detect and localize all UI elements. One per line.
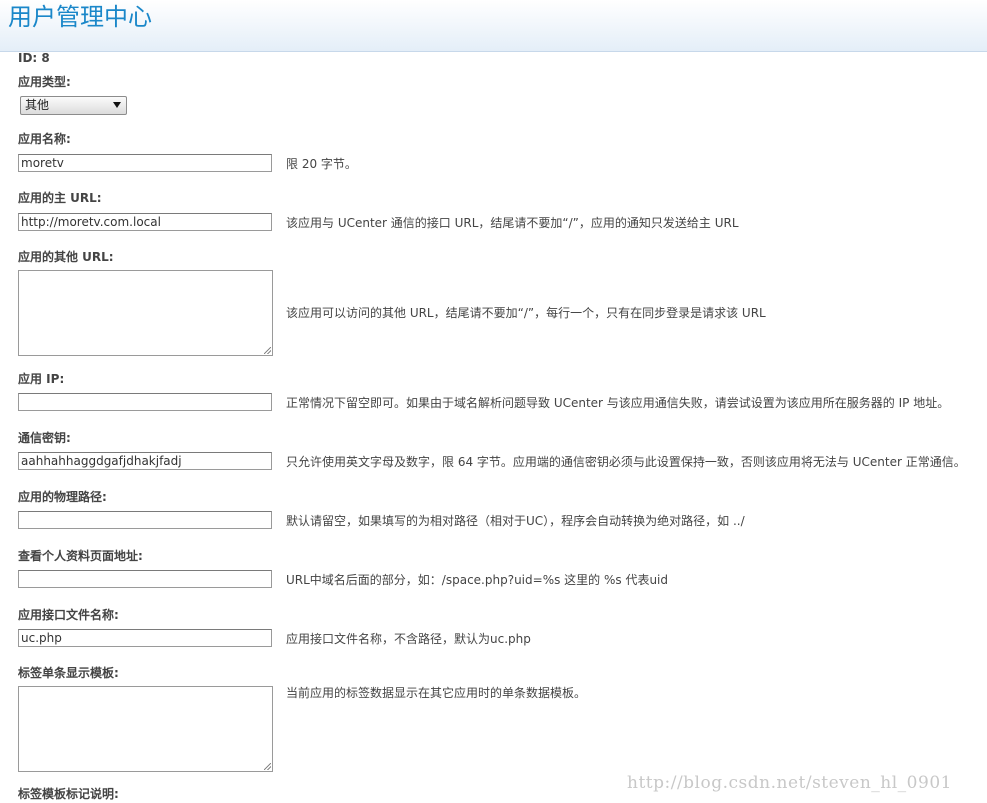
api-file-label: 应用接口文件名称: — [18, 608, 119, 622]
app-path-input[interactable] — [18, 511, 272, 529]
app-ip-label: 应用 IP: — [18, 372, 65, 386]
app-ip-desc: 正常情况下留空即可。如果由于域名解析问题导致 UCenter 与该应用通信失败，… — [286, 396, 950, 410]
resize-grip-icon[interactable] — [264, 763, 271, 770]
other-url-desc: 该应用可以访问的其他 URL，结尾请不要加“/”，每行一个，只有在同步登录是请求… — [286, 306, 766, 320]
resize-grip-icon[interactable] — [264, 347, 271, 354]
api-file-desc: 应用接口文件名称，不含路径，默认为uc.php — [286, 632, 531, 646]
app-id: ID: 8 — [18, 51, 50, 65]
app-name-input[interactable]: moretv — [18, 154, 272, 172]
profile-url-desc: URL中域名后面的部分，如：/space.php?uid=%s 这里的 %s 代… — [286, 573, 668, 587]
app-type-select[interactable]: 其他 — [20, 96, 127, 115]
main-url-desc: 该应用与 UCenter 通信的接口 URL，结尾请不要加“/”，应用的通知只发… — [286, 216, 739, 230]
tag-note-label: 标签模板标记说明: — [18, 787, 119, 801]
tag-template-label: 标签单条显示模板: — [18, 666, 119, 680]
page-title: 用户管理中心 — [8, 3, 152, 31]
watermark: http://blog.csdn.net/steven_hl_0901 — [627, 773, 952, 793]
auth-key-label: 通信密钥: — [18, 431, 71, 445]
profile-url-input[interactable] — [18, 570, 272, 588]
other-url-textarea[interactable] — [18, 270, 273, 356]
app-type-value: 其他 — [25, 98, 50, 112]
app-name-desc: 限 20 字节。 — [286, 157, 357, 171]
main-url-input[interactable]: http://moretv.com.local — [18, 213, 272, 231]
app-name-label: 应用名称: — [18, 132, 71, 146]
auth-key-desc: 只允许使用英文字母及数字，限 64 字节。应用端的通信密钥必须与此设置保持一致，… — [286, 455, 966, 469]
main-url-label: 应用的主 URL: — [18, 191, 102, 205]
dropdown-arrow-icon — [113, 102, 121, 108]
tag-template-desc: 当前应用的标签数据显示在其它应用时的单条数据模板。 — [286, 686, 587, 700]
app-type-label: 应用类型: — [18, 75, 71, 89]
page-header: 用户管理中心 — [0, 0, 987, 52]
app-path-desc: 默认请留空，如果填写的为相对路径（相对于UC），程序会自动转换为绝对路径，如 .… — [286, 514, 745, 528]
auth-key-input[interactable]: aahhahhaggdgafjdhakjfadj — [18, 452, 272, 470]
app-path-label: 应用的物理路径: — [18, 490, 107, 504]
profile-url-label: 查看个人资料页面地址: — [18, 549, 143, 563]
other-url-label: 应用的其他 URL: — [18, 250, 114, 264]
api-file-input[interactable]: uc.php — [18, 629, 272, 647]
app-ip-input[interactable] — [18, 393, 272, 411]
tag-template-textarea[interactable] — [18, 686, 273, 772]
